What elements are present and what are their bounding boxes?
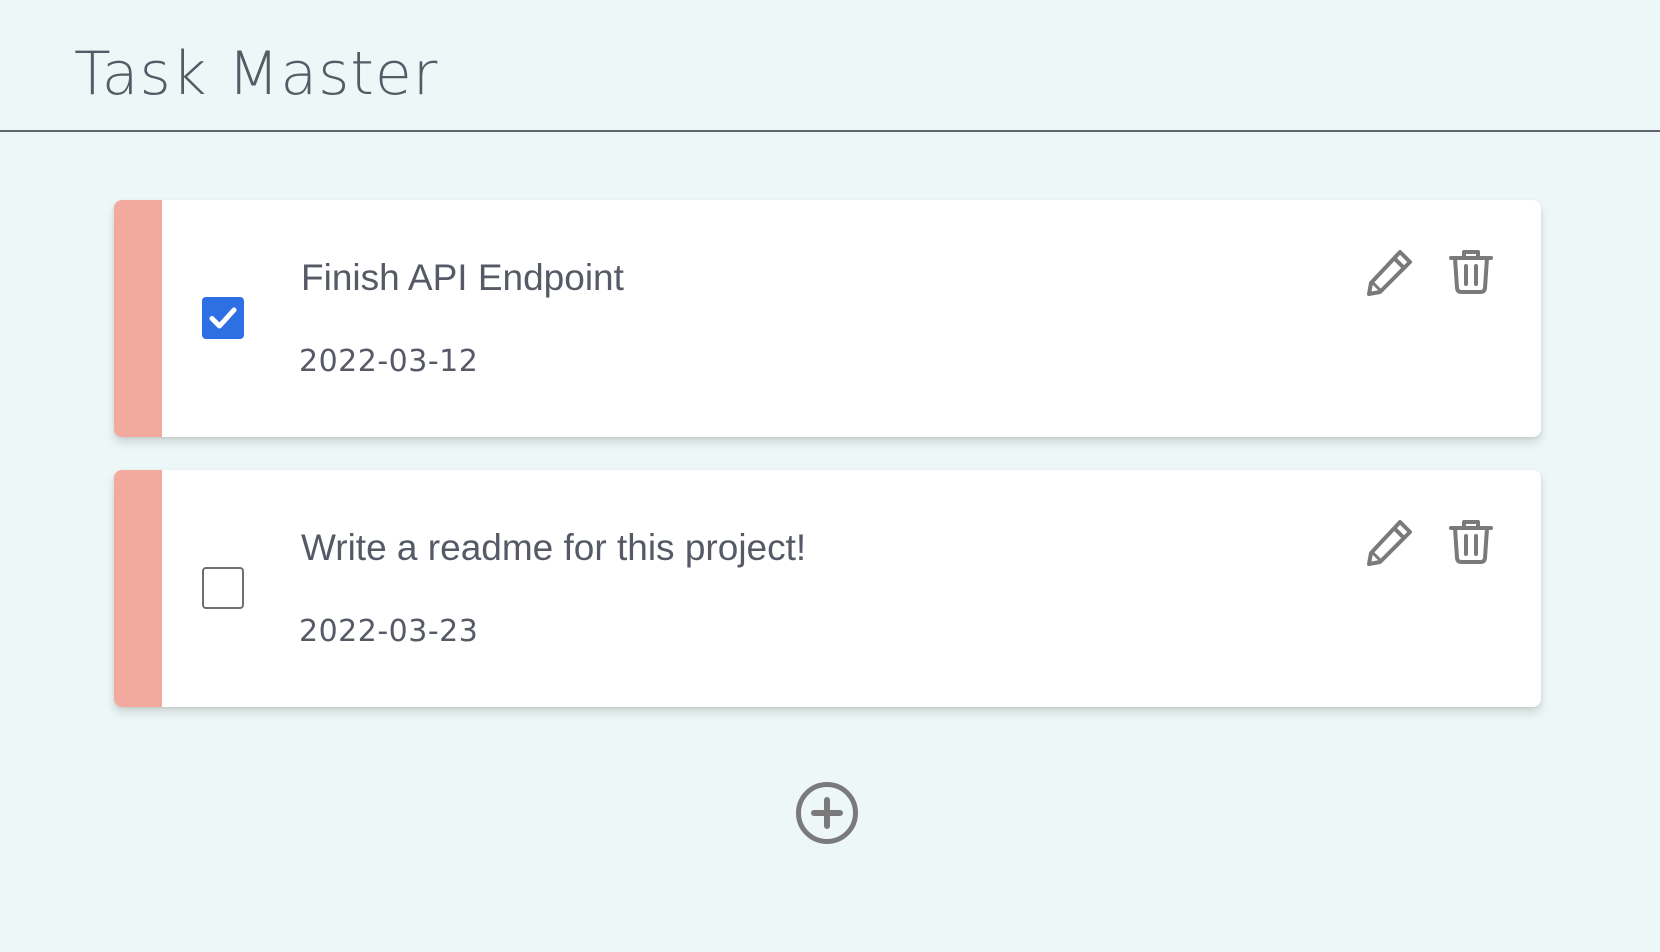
task-complete-checkbox[interactable] xyxy=(202,297,244,339)
priority-stripe xyxy=(114,470,162,707)
delete-task-button[interactable] xyxy=(1445,246,1497,298)
pencil-icon xyxy=(1367,520,1412,566)
task-title: Finish API Endpoint xyxy=(301,257,624,298)
app-title: Task Master xyxy=(74,39,439,109)
edit-task-button[interactable] xyxy=(1364,246,1416,298)
app-header: Task Master xyxy=(0,0,1660,132)
delete-task-button[interactable] xyxy=(1445,516,1497,568)
task-date: 2022-03-12 xyxy=(299,344,479,379)
task-card: Finish API Endpoint 2022-03-12 xyxy=(114,200,1541,437)
pencil-icon xyxy=(1367,250,1412,296)
task-card: Write a readme for this project! 2022-03… xyxy=(114,470,1541,707)
add-task-button[interactable] xyxy=(795,781,859,845)
checkmark-icon xyxy=(202,297,244,339)
edit-task-button[interactable] xyxy=(1364,516,1416,568)
plus-circle-icon xyxy=(796,782,858,844)
task-date: 2022-03-23 xyxy=(299,614,479,649)
task-complete-checkbox[interactable] xyxy=(202,567,244,609)
trash-icon xyxy=(1449,520,1493,564)
trash-icon xyxy=(1449,250,1493,294)
task-title: Write a readme for this project! xyxy=(301,527,807,568)
priority-stripe xyxy=(114,200,162,437)
